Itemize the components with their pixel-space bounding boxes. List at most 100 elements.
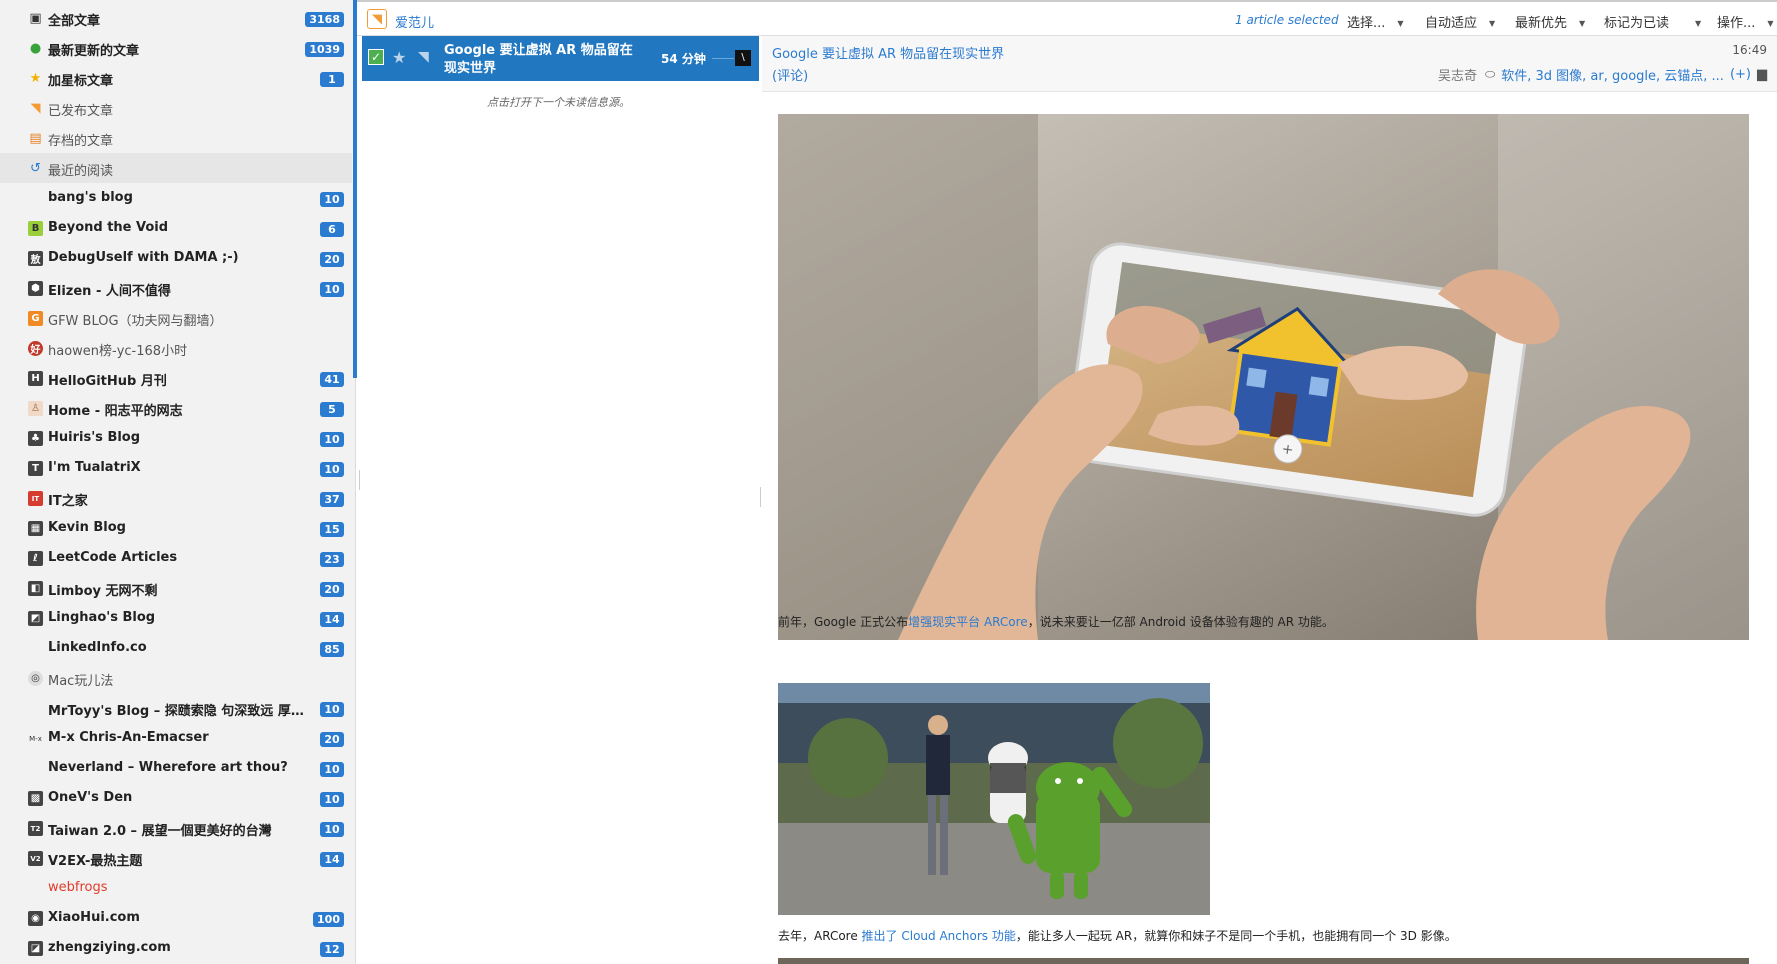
selection-status: 1 article selected <box>1235 13 1339 27</box>
ithome-favicon-icon: IT <box>28 491 43 506</box>
headline-title[interactable]: Google 要让虚拟 AR 物品留在现实世界 <box>444 42 644 78</box>
archive-icon: ▤ <box>29 131 42 146</box>
article-tags[interactable]: 软件, 3d 图像, ar, google, 云锚点, ... <box>1501 65 1724 84</box>
sidebar-item-23[interactable]: ◎ Mac玩儿法 <box>0 663 352 693</box>
sidebar-item-label: Beyond the Void <box>48 220 169 235</box>
sidebar-item-14[interactable]: ♙ Home - 阳志平的网志 5 <box>0 393 352 423</box>
sidebar-item-27[interactable]: ▩ OneV's Den 10 <box>0 783 352 813</box>
sidebar-item-label: 已发布文章 <box>48 104 114 119</box>
sidebar-item-31[interactable]: ◉ XiaoHui.com 100 <box>0 903 352 933</box>
chevron-down-icon: ▼ <box>1695 19 1702 28</box>
sidebar-item-21[interactable]: ◩ Linghao's Blog 14 <box>0 603 352 633</box>
mark-read-menu[interactable]: 标记为已读 ▼ <box>1604 12 1701 31</box>
sidebar-item-1[interactable]: ▣ 全部文章 3168 <box>0 3 352 33</box>
unread-count-badge: 85 <box>320 642 344 657</box>
sidebar-item-6[interactable]: ↺ 最近的阅读 <box>0 153 352 183</box>
article-image-android-statues <box>778 683 1210 915</box>
fresh-icon: ● <box>29 41 42 56</box>
sidebar-item-label: LeetCode Articles <box>48 550 178 565</box>
sidebar-item-label: Elizen - 人间不值得 <box>48 284 171 299</box>
sidebar-item-11[interactable]: G GFW BLOG（功夫网与翻墙） <box>0 303 352 333</box>
rss-icon[interactable]: ◥ <box>367 9 387 29</box>
sidebar-item-label: Limboy 无网不剩 <box>48 584 158 599</box>
sidebar-item-label: Home - 阳志平的网志 <box>48 404 183 419</box>
unread-count-badge: 15 <box>320 522 344 537</box>
sidebar-item-13[interactable]: H HelloGitHub 月刊 41 <box>0 363 352 393</box>
rss-icon: ◥ <box>30 101 41 116</box>
unread-count-badge: 10 <box>320 432 344 447</box>
sidebar-item-label: 全部文章 <box>48 14 101 29</box>
add-tag-button[interactable]: (+) <box>1730 67 1751 82</box>
chevron-down-icon: ▼ <box>1767 19 1774 28</box>
sidebar-item-15[interactable]: ♣ Huiris's Blog 10 <box>0 423 352 453</box>
unread-count-badge: 6 <box>320 222 344 237</box>
view-mode-label: 自动适应 <box>1425 16 1478 31</box>
taiwan-favicon-icon: T2 <box>28 821 43 836</box>
article-paragraph-2: 去年，ARCore 推出了 Cloud Anchors 功能，能让多人一起玩 A… <box>778 927 1457 944</box>
divider <box>712 58 734 59</box>
article-header: Google 要让虚拟 AR 物品留在现实世界 (评论) 16:49 吴志奇 ⬭… <box>762 36 1777 92</box>
para1-text-end: ，说未来要让一亿部 Android 设备体验有趣的 AR 功能。 <box>1027 615 1334 629</box>
sidebar-item-label: OneV's Den <box>48 790 133 805</box>
unread-count-badge: 100 <box>313 912 344 927</box>
limboy-favicon-icon: ◧ <box>28 581 43 596</box>
sidebar-item-32[interactable]: ◪ zhengziying.com 12 <box>0 933 352 963</box>
sidebar-item-label: 最近的阅读 <box>48 164 114 179</box>
note-icon[interactable]: ▆ <box>1757 67 1767 82</box>
sidebar-item-20[interactable]: ◧ Limboy 无网不剩 20 <box>0 573 352 603</box>
sidebar-item-2[interactable]: ● 最新更新的文章 1039 <box>0 33 352 63</box>
rss-icon[interactable]: ◥ <box>418 49 429 65</box>
cloud-anchors-link[interactable]: 推出了 Cloud Anchors 功能 <box>862 929 1016 943</box>
sidebar-item-label: LinkedInfo.co <box>48 640 147 655</box>
splitter-handle[interactable] <box>760 487 761 507</box>
headline-time: 54 分钟 <box>661 52 706 66</box>
sidebar-item-label: Huiris's Blog <box>48 430 141 445</box>
sidebar-item-25[interactable]: M-x M-x Chris-An-Emacser 20 <box>0 723 352 753</box>
sidebar-item-12[interactable]: 好 haowen榜-yc-168小时 <box>0 333 352 363</box>
sidebar-item-9[interactable]: 敖 DebugUself with DAMA ;-) 20 <box>0 243 352 273</box>
select-menu[interactable]: 选择... ▼ <box>1347 12 1404 31</box>
hellogithub-favicon-icon: H <box>28 371 43 386</box>
sidebar-item-26[interactable]: Neverland – Wherefore art thou? 10 <box>0 753 352 783</box>
sidebar-item-label: IT之家 <box>48 494 88 509</box>
comments-link[interactable]: (评论) <box>772 65 808 84</box>
sidebar-item-18[interactable]: ▦ Kevin Blog 15 <box>0 513 352 543</box>
sidebar-item-29[interactable]: V2 V2EX-最热主题 14 <box>0 843 352 873</box>
current-feed-title[interactable]: 爱范儿 <box>395 12 434 31</box>
unread-count-badge: 10 <box>320 282 344 297</box>
sidebar-item-5[interactable]: ▤ 存档的文章 <box>0 123 352 153</box>
article-author: 吴志奇 <box>1437 69 1477 84</box>
article-image-ar-phone: + <box>778 114 1749 640</box>
sidebar-item-17[interactable]: IT IT之家 37 <box>0 483 352 513</box>
sidebar-item-28[interactable]: T2 Taiwan 2.0 – 展望一個更美好的台灣 10 <box>0 813 352 843</box>
order-menu[interactable]: 最新优先 ▼ <box>1515 12 1585 31</box>
view-mode-menu[interactable]: 自动适应 ▼ <box>1425 12 1495 31</box>
actions-menu[interactable]: 操作... ▼ <box>1717 12 1774 31</box>
splitter-handle[interactable] <box>359 470 360 490</box>
checkbox-icon[interactable]: ✓ <box>368 49 384 65</box>
unread-count-badge: 10 <box>320 702 344 717</box>
btv-favicon-icon: B <box>28 221 43 236</box>
sidebar-item-24[interactable]: MrToyy's Blog – 探赜索隐 句深致远 厚德博… 10 <box>0 693 352 723</box>
sidebar-item-label: V2EX-最热主题 <box>48 854 143 869</box>
sidebar-item-30[interactable]: webfrogs <box>0 873 352 903</box>
sidebar-item-16[interactable]: T I'm TualatriX 10 <box>0 453 352 483</box>
arcore-link[interactable]: 增强现实平台 ARCore <box>908 615 1028 629</box>
star-icon[interactable]: ★ <box>392 48 406 67</box>
sidebar-item-3[interactable]: ★ 加星标文章 1 <box>0 63 352 93</box>
sidebar-item-4[interactable]: ◥ 已发布文章 <box>0 93 352 123</box>
headline-row[interactable]: ✓ ★ ◥ Google 要让虚拟 AR 物品留在现实世界 54 分钟 \ <box>362 36 759 81</box>
sidebar-item-22[interactable]: LinkedInfo.co 85 <box>0 633 352 663</box>
sidebar-item-label: Taiwan 2.0 – 展望一個更美好的台灣 <box>48 824 272 839</box>
sidebar-item-7[interactable]: bang's blog 10 <box>0 183 352 213</box>
linghao-favicon-icon: ◩ <box>28 611 43 626</box>
main-toolbar: ◥ 爱范儿 1 article selected 选择... ▼ 自动适应 ▼ 最新… <box>357 0 1777 36</box>
sidebar-item-8[interactable]: B Beyond the Void 6 <box>0 213 352 243</box>
sidebar-item-label: bang's blog <box>48 190 133 205</box>
app-window: ▣ 全部文章 3168 ● 最新更新的文章 1039 ★ 加星标文章 1 ◥ 已发布文章 ▤ 存档的文章… <box>0 0 1777 964</box>
article-title[interactable]: Google 要让虚拟 AR 物品留在现实世界 <box>772 43 1004 62</box>
sidebar-item-10[interactable]: ⬢ Elizen - 人间不值得 10 <box>0 273 352 303</box>
next-feed-hint[interactable]: 点击打开下一个未读信息源。 <box>357 94 760 110</box>
unread-count-badge: 20 <box>320 252 344 267</box>
sidebar-item-19[interactable]: ℓ LeetCode Articles 23 <box>0 543 352 573</box>
